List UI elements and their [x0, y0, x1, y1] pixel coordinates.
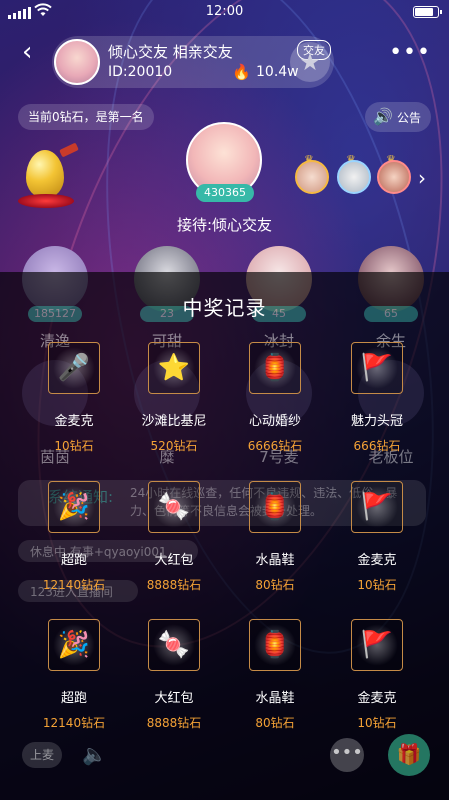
- prize-price: 12140钻石: [42, 716, 106, 730]
- gift-icon[interactable]: 🎁: [388, 734, 430, 776]
- prize-price: 12140钻石: [42, 578, 106, 592]
- online-user-avatar[interactable]: [295, 160, 329, 194]
- prize-icon-box: 🚩: [351, 619, 403, 671]
- prize-icon-box: 🍬: [148, 481, 200, 533]
- online-user-avatar[interactable]: [337, 160, 371, 194]
- prize-item[interactable]: 🚩 魅力头冠 666钻石: [327, 342, 427, 454]
- prize-item[interactable]: ⭐ 沙滩比基尼 520钻石: [124, 342, 224, 454]
- host-number-badge: 430365: [196, 184, 254, 202]
- room-id: ID:20010: [108, 64, 173, 80]
- host-label: 接待:倾心交友: [176, 216, 273, 234]
- rank-status: 当前0钻石，是第一名: [18, 104, 154, 130]
- prize-price: 8888钻石: [146, 578, 202, 592]
- prize-name: 超跑: [60, 691, 87, 706]
- prize-item[interactable]: 🚩 金麦克 10钻石: [327, 619, 427, 731]
- prize-name: 水晶鞋: [255, 553, 295, 568]
- prize-icon-box: 🎉: [48, 481, 100, 533]
- prize-name: 沙滩比基尼: [141, 414, 207, 429]
- flag-icon: 🚩: [360, 630, 394, 660]
- online-user-avatar[interactable]: [377, 160, 411, 194]
- speaker-icon: 🔊: [373, 107, 393, 126]
- golden-egg-icon[interactable]: [26, 150, 64, 198]
- prize-name: 心动婚纱: [248, 414, 301, 429]
- chat-bubble-icon[interactable]: •••: [330, 738, 364, 772]
- prize-price: 666钻石: [353, 439, 401, 453]
- prize-name: 金麦克: [357, 691, 397, 706]
- status-bar: 12:00: [0, 0, 449, 24]
- prize-icon-box: 🏮: [249, 619, 301, 671]
- prize-item[interactable]: 🎉 超跑 12140钻石: [24, 619, 124, 731]
- join-mic-button[interactable]: 上麦: [22, 742, 62, 768]
- prize-name: 超跑: [60, 553, 87, 568]
- prize-item[interactable]: 🏮 水晶鞋 80钻石: [225, 481, 325, 593]
- notice-button[interactable]: 🔊 公告: [365, 102, 431, 132]
- prize-icon-box: 🎉: [48, 619, 100, 671]
- prize-icon-box: 🍬: [148, 619, 200, 671]
- prize-icon-box: 🚩: [351, 481, 403, 533]
- back-button[interactable]: ‹: [22, 39, 44, 65]
- prize-price: 520钻石: [150, 439, 198, 453]
- flag-icon: 🚩: [360, 492, 394, 522]
- lantern-icon: 🏮: [258, 630, 292, 660]
- prize-icon-box: 🏮: [249, 481, 301, 533]
- prize-icon-box: 🏮: [249, 342, 301, 394]
- room-name: 倾心交友 相亲交友: [108, 43, 233, 61]
- prize-name: 大红包: [154, 553, 194, 568]
- clock: 12:00: [205, 4, 244, 19]
- party-popper-icon: 🎉: [57, 630, 91, 660]
- egg-pedestal: [18, 194, 74, 208]
- lantern-icon: 🏮: [258, 492, 292, 522]
- candy-icon: 🍬: [157, 630, 191, 660]
- notice-label: 公告: [396, 111, 421, 125]
- prize-item[interactable]: 🏮 心动婚纱 6666钻石: [225, 342, 325, 454]
- prize-price: 80钻石: [255, 716, 295, 730]
- prize-name: 水晶鞋: [255, 691, 295, 706]
- prize-name: 大红包: [154, 691, 194, 706]
- battery-icon: [413, 6, 442, 18]
- prize-name: 金麦克: [357, 553, 397, 568]
- prize-price: 8888钻石: [146, 716, 202, 730]
- room-avatar[interactable]: [54, 39, 100, 85]
- candy-icon: 🍬: [157, 492, 191, 522]
- lantern-icon: 🏮: [258, 353, 292, 383]
- modal-title: 中奖记录: [182, 296, 267, 320]
- microphone-icon: 🎤: [57, 353, 91, 383]
- prize-icon-box: ⭐: [148, 342, 200, 394]
- prize-price: 80钻石: [255, 578, 295, 592]
- more-options-icon[interactable]: •••: [389, 42, 431, 64]
- star-icon: ⭐: [157, 353, 191, 383]
- flag-icon: 🚩: [360, 353, 394, 383]
- prize-item[interactable]: 🚩 金麦克 10钻石: [327, 481, 427, 593]
- prize-price: 10钻石: [357, 578, 397, 592]
- prize-price: 6666钻石: [247, 439, 303, 453]
- favorite-star-button[interactable]: ★: [290, 42, 330, 82]
- party-popper-icon: 🎉: [57, 492, 91, 522]
- prize-name: 金麦克: [54, 414, 94, 429]
- prize-name: 魅力头冠: [350, 414, 403, 429]
- chevron-right-icon[interactable]: ›: [418, 166, 426, 190]
- prize-item[interactable]: 🍬 大红包 8888钻石: [124, 619, 224, 731]
- fire-icon: 🔥: [232, 63, 251, 81]
- prize-icon-box: 🎤: [48, 342, 100, 394]
- prize-item[interactable]: 🎉 超跑 12140钻石: [24, 481, 124, 593]
- prize-item[interactable]: 🍬 大红包 8888钻石: [124, 481, 224, 593]
- prize-price: 10钻石: [357, 716, 397, 730]
- prize-item[interactable]: 🏮 水晶鞋 80钻石: [225, 619, 325, 731]
- prize-item[interactable]: 🎤 金麦克 10钻石: [24, 342, 124, 454]
- prize-icon-box: 🚩: [351, 342, 403, 394]
- room-info-card[interactable]: 倾心交友 相亲交友 交友 ID:20010 🔥 10.4w ★: [52, 36, 334, 88]
- prize-price: 10钻石: [54, 439, 94, 453]
- bottom-toolbar: 上麦 🔈 ••• 🎁: [0, 730, 449, 780]
- volume-icon[interactable]: 🔈: [82, 742, 107, 766]
